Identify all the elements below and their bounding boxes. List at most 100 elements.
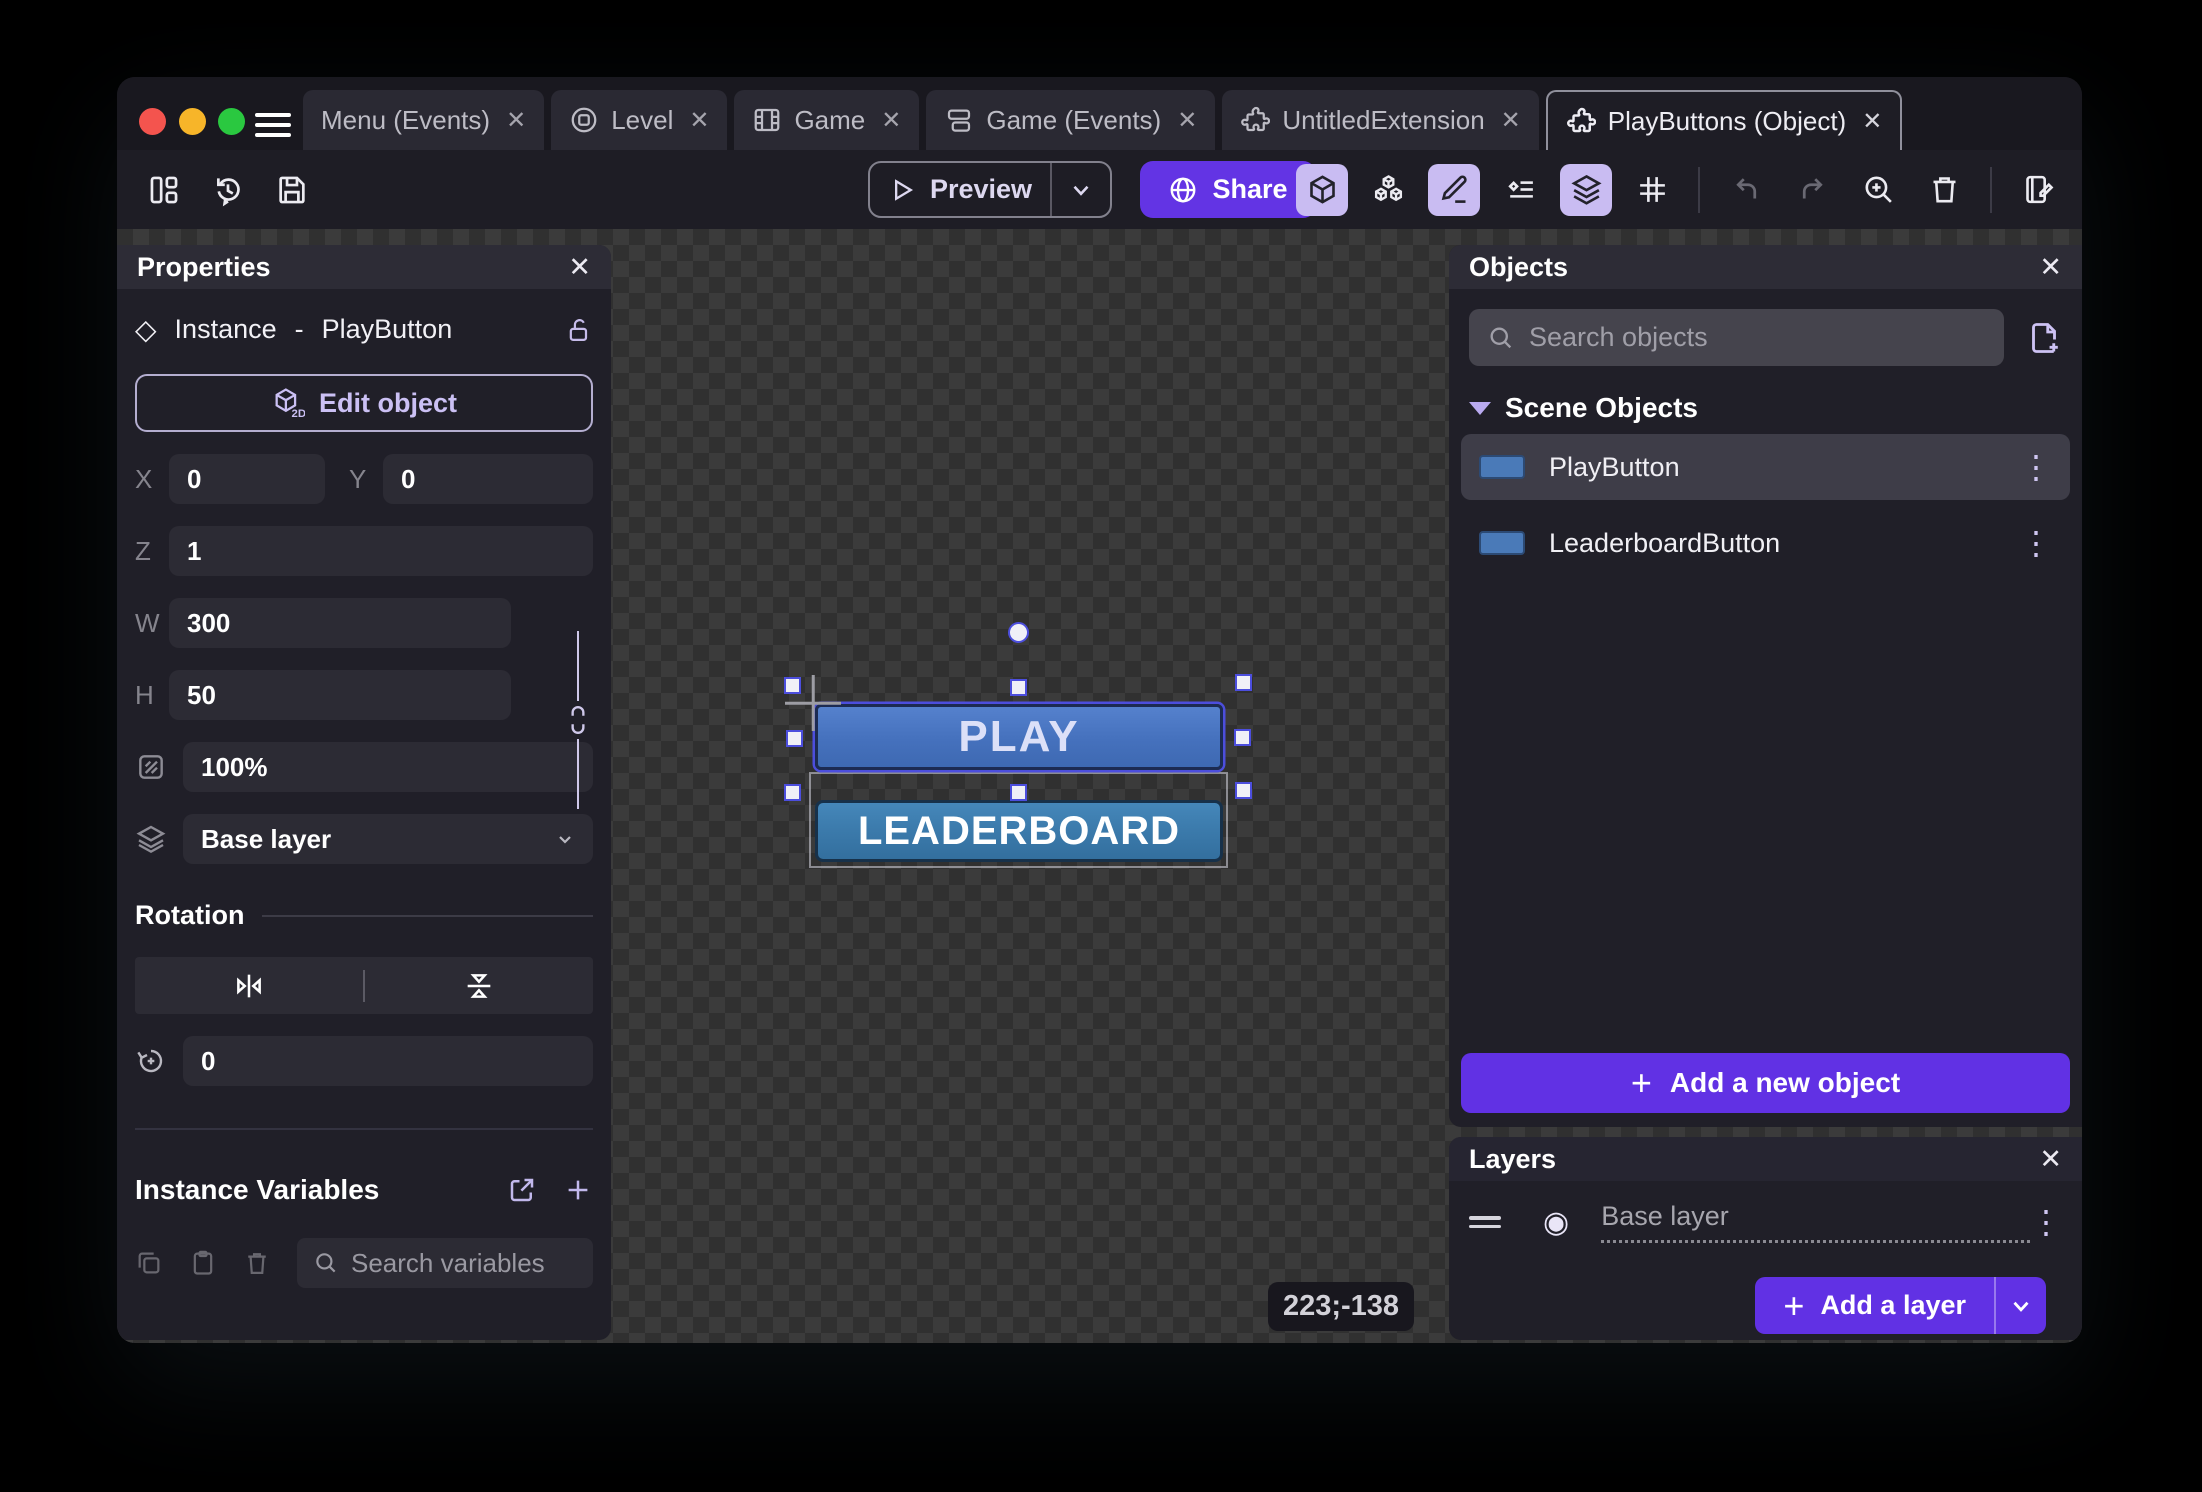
objects-panel-title: Objects [1469,252,1568,283]
undo-button[interactable] [1720,164,1772,216]
leaderboardbutton-instance[interactable]: LEADERBOARD [815,800,1223,862]
tab-untitled-extension[interactable]: UntitledExtension ✕ [1222,90,1538,150]
layer-dropdown[interactable]: Base layer [183,814,593,864]
plus-icon: + [1631,1062,1652,1104]
tab-playbuttons-object[interactable]: PlayButtons (Object) ✕ [1546,90,1903,150]
tab-menu-events[interactable]: Menu (Events) ✕ [303,90,544,150]
y-field-label: Y [349,464,383,495]
share-label: Share [1212,174,1287,205]
width-field[interactable]: 300 [169,598,511,648]
object-thumbnail [1479,531,1525,555]
close-icon[interactable]: ✕ [881,106,901,135]
close-icon[interactable]: ✕ [568,252,591,283]
rotate-icon [135,1045,169,1077]
drag-handle-icon[interactable] [1469,1211,1501,1233]
kebab-menu-icon[interactable]: ⋮ [2030,1206,2062,1238]
object-row-playbutton[interactable]: PlayButton ⋮ [1461,434,2070,500]
save-icon[interactable] [275,173,309,207]
chevron-down-icon [2008,1293,2034,1319]
scene-objects-section-toggle[interactable]: Scene Objects [1469,392,2062,424]
resize-handle-bottom-center[interactable] [1010,784,1027,801]
tab-game-events[interactable]: Game (Events) ✕ [926,90,1215,150]
main-toolbar: Preview Share [117,150,2082,229]
edit-object-button[interactable]: 2D Edit object [135,374,593,432]
gdevelop-window: Menu (Events) ✕ Level ✕ Game ✕ Game (Eve… [117,77,2082,1343]
close-icon[interactable]: ✕ [1501,106,1521,135]
resize-handle-middle-left[interactable] [786,730,803,747]
close-icon[interactable]: ✕ [689,106,709,135]
scene-properties-button[interactable] [2012,164,2064,216]
divider [262,915,593,917]
resize-handle-bottom-left[interactable] [784,784,801,801]
scene-objects-section-title: Scene Objects [1505,392,1698,424]
window-minimize-button[interactable] [179,108,206,135]
add-variable-icon[interactable] [563,1175,593,1205]
layer-visibility-radio-icon[interactable]: ◉ [1543,1205,1569,1240]
resize-handle-middle-right[interactable] [1234,729,1251,746]
tab-level[interactable]: Level ✕ [551,90,727,150]
add-layer-button[interactable]: + Add a layer [1755,1277,1994,1334]
x-field[interactable]: 0 [169,454,325,504]
toggle-layers-panel-button[interactable] [1560,164,1612,216]
add-layer-options-button[interactable] [1994,1277,2046,1334]
unlock-icon[interactable] [565,316,593,344]
instances-list-button[interactable] [1494,164,1546,216]
history-icon[interactable] [211,173,245,207]
resize-handle-top-right[interactable] [1235,674,1252,691]
resize-handle-bottom-right[interactable] [1235,782,1252,799]
toggle-properties-panel-button[interactable] [1428,164,1480,216]
copy-icon[interactable] [135,1249,163,1277]
share-button[interactable]: Share [1140,161,1316,218]
instance-kind-label: Instance [175,314,277,345]
layer-icon [135,823,169,855]
link-width-height-toggle[interactable] [565,631,591,809]
y-field[interactable]: 0 [383,454,593,504]
tab-game[interactable]: Game ✕ [734,90,919,150]
window-close-button[interactable] [139,108,166,135]
rotation-angle-field[interactable]: 0 [183,1036,593,1086]
close-icon[interactable]: ✕ [1177,106,1197,135]
search-variables-input[interactable]: Search variables [297,1238,593,1288]
opacity-field[interactable]: 100% [183,742,593,792]
rotation-handle[interactable] [1008,622,1029,643]
height-field[interactable]: 50 [169,670,511,720]
main-menu-icon[interactable] [255,113,291,143]
window-zoom-button[interactable] [218,108,245,135]
instances-list-3d-button[interactable] [1362,164,1414,216]
flip-vertical-button[interactable] [365,969,593,1003]
home-dashboard-icon[interactable] [147,173,181,207]
search-icon [1487,324,1515,352]
close-icon[interactable]: ✕ [2039,252,2062,283]
close-icon[interactable]: ✕ [2039,1144,2062,1175]
puzzle-icon [1240,105,1270,135]
close-icon[interactable]: ✕ [506,106,526,135]
open-in-new-icon[interactable] [507,1175,537,1205]
add-new-object-button[interactable]: + Add a new object [1461,1053,2070,1113]
resize-handle-top-center[interactable] [1010,679,1027,696]
delete-button[interactable] [1918,164,1970,216]
toggle-objects-panel-button[interactable] [1296,164,1348,216]
z-field[interactable]: 1 [169,526,593,576]
scene-icon [569,105,599,135]
preview-button[interactable]: Preview [868,161,1112,218]
divider [1050,163,1052,216]
kebab-menu-icon[interactable]: ⋮ [2020,527,2052,559]
object-row-leaderboardbutton[interactable]: LeaderboardButton ⋮ [1461,510,2070,576]
playbutton-instance[interactable]: PLAY [815,704,1223,770]
kebab-menu-icon[interactable]: ⋮ [2020,451,2052,483]
redo-button[interactable] [1786,164,1838,216]
zoom-in-button[interactable] [1852,164,1904,216]
close-icon[interactable]: ✕ [1862,107,1882,136]
layer-name-field[interactable]: Base layer [1601,1201,2030,1243]
paste-icon[interactable] [189,1249,217,1277]
flip-toolbar [135,957,593,1014]
add-folder-icon[interactable] [2026,320,2062,356]
film-icon [752,105,782,135]
grid-button[interactable] [1626,164,1678,216]
search-objects-placeholder: Search objects [1529,322,1708,353]
trash-icon[interactable] [243,1249,271,1277]
flip-horizontal-button[interactable] [135,969,363,1003]
preview-options-button[interactable] [1052,177,1110,203]
search-objects-input[interactable]: Search objects [1469,309,2004,366]
cube-icon [1306,173,1339,206]
